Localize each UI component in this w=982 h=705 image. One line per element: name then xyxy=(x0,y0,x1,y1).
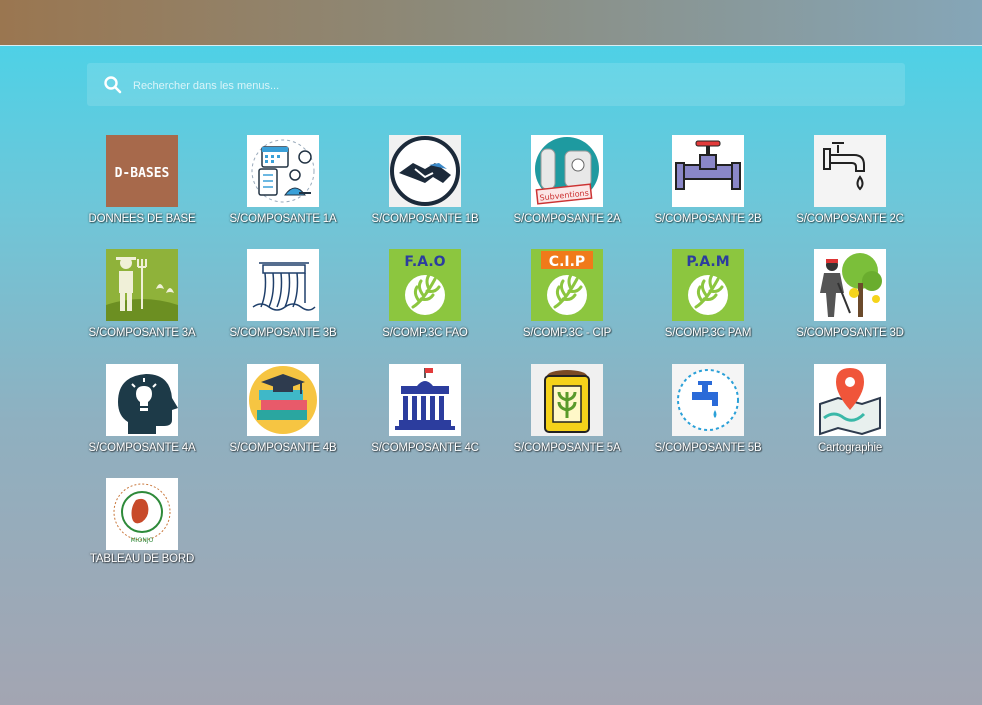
water-faucet-icon xyxy=(672,364,744,436)
menu-tile-label: S/COMPOSANTE 3D xyxy=(796,327,904,339)
menu-tile-label: S/COMP.3C PAM xyxy=(664,327,752,339)
graduation-books-icon xyxy=(247,364,319,436)
dam-icon xyxy=(247,249,319,321)
menu-tile-composante-2a[interactable]: Subventions S/COMPOSANTE 2A xyxy=(497,135,637,235)
handshake-icon xyxy=(389,135,461,207)
menu-tile-label: S/COMPOSANTE 1A xyxy=(229,213,337,225)
menu-tile-comp-3c-pam[interactable]: P.A.M S/COMP.3C PAM xyxy=(638,249,778,349)
farmer-icon xyxy=(106,249,178,321)
menu-tile-composante-4c[interactable]: S/COMPOSANTE 4C xyxy=(355,364,495,464)
menu-tile-comp-3c-cip[interactable]: C.I.P S/COMP.3C - CIP xyxy=(497,249,637,349)
menu-tile-label: S/COMPOSANTE 2A xyxy=(513,213,621,225)
menu-tile-label: Cartographie xyxy=(817,442,883,454)
planning-icon xyxy=(247,135,319,207)
menu-tile-label: S/COMPOSANTE 2C xyxy=(796,213,904,225)
water-tap-icon xyxy=(814,135,886,207)
menu-tile-composante-2c[interactable]: S/COMPOSANTE 2C xyxy=(780,135,920,235)
menu-tile-label: S/COMPOSANTE 4C xyxy=(371,442,479,454)
wheat-pam-icon: P.A.M xyxy=(672,249,744,321)
menu-tile-composante-3a[interactable]: S/COMPOSANTE 3A xyxy=(72,249,212,349)
menu-tile-composante-4b[interactable]: S/COMPOSANTE 4B xyxy=(213,364,353,464)
grain-sack-icon xyxy=(531,364,603,436)
head-lightbulb-icon xyxy=(106,364,178,436)
menu-tile-composante-1a[interactable]: S/COMPOSANTE 1A xyxy=(213,135,353,235)
menu-tile-composante-3d[interactable]: S/COMPOSANTE 3D xyxy=(780,249,920,349)
menu-grid: D-BASES DONNEES DE BASE S/COMPOSANTE 1A … xyxy=(0,0,982,705)
svg-text:C.I.P: C.I.P xyxy=(549,254,585,270)
pipe-valve-icon xyxy=(672,135,744,207)
map-pin-icon xyxy=(814,364,886,436)
government-building-icon xyxy=(389,364,461,436)
menu-tile-label: S/COMPOSANTE 4B xyxy=(229,442,337,454)
menu-tile-label: S/COMPOSANTE 3B xyxy=(229,327,337,339)
menu-tile-label: S/COMPOSANTE 1B xyxy=(371,213,479,225)
subvention-icon: Subventions xyxy=(531,135,603,207)
menu-tile-cartographie[interactable]: Cartographie xyxy=(780,364,920,464)
menu-tile-label: S/COMPOSANTE 5B xyxy=(654,442,762,454)
menu-tile-label: S/COMPOSANTE 2B xyxy=(654,213,762,225)
mionjo-logo-icon: MIONJO xyxy=(106,478,178,550)
menu-tile-label: S/COMP.3C FAO xyxy=(382,327,468,339)
menu-tile-label: S/COMPOSANTE 4A xyxy=(88,442,196,454)
svg-text:D-BASES: D-BASES xyxy=(115,166,170,181)
menu-tile-label: S/COMPOSANTE 5A xyxy=(513,442,621,454)
menu-tile-composante-5b[interactable]: S/COMPOSANTE 5B xyxy=(638,364,778,464)
menu-tile-composante-5a[interactable]: S/COMPOSANTE 5A xyxy=(497,364,637,464)
menu-tile-label: TABLEAU DE BORD xyxy=(89,553,195,565)
menu-tile-composante-4a[interactable]: S/COMPOSANTE 4A xyxy=(72,364,212,464)
database-icon: D-BASES xyxy=(106,135,178,207)
menu-tile-tableau-de-bord[interactable]: MIONJO TABLEAU DE BORD xyxy=(72,478,212,578)
menu-tile-donnees-de-base[interactable]: D-BASES DONNEES DE BASE xyxy=(72,135,212,235)
svg-text:P.A.M: P.A.M xyxy=(686,254,729,270)
menu-tile-composante-2b[interactable]: S/COMPOSANTE 2B xyxy=(638,135,778,235)
svg-text:F.A.O: F.A.O xyxy=(404,254,445,270)
menu-tile-composante-3b[interactable]: S/COMPOSANTE 3B xyxy=(213,249,353,349)
planting-tree-icon xyxy=(814,249,886,321)
menu-tile-comp-3c-fao[interactable]: F.A.O S/COMP.3C FAO xyxy=(355,249,495,349)
menu-tile-label: DONNEES DE BASE xyxy=(88,213,196,225)
menu-tile-label: S/COMP.3C - CIP xyxy=(522,327,612,339)
wheat-fao-icon: F.A.O xyxy=(389,249,461,321)
wheat-cip-icon: C.I.P xyxy=(531,249,603,321)
svg-text:MIONJO: MIONJO xyxy=(131,537,154,544)
menu-tile-composante-1b[interactable]: S/COMPOSANTE 1B xyxy=(355,135,495,235)
menu-tile-label: S/COMPOSANTE 3A xyxy=(88,327,196,339)
